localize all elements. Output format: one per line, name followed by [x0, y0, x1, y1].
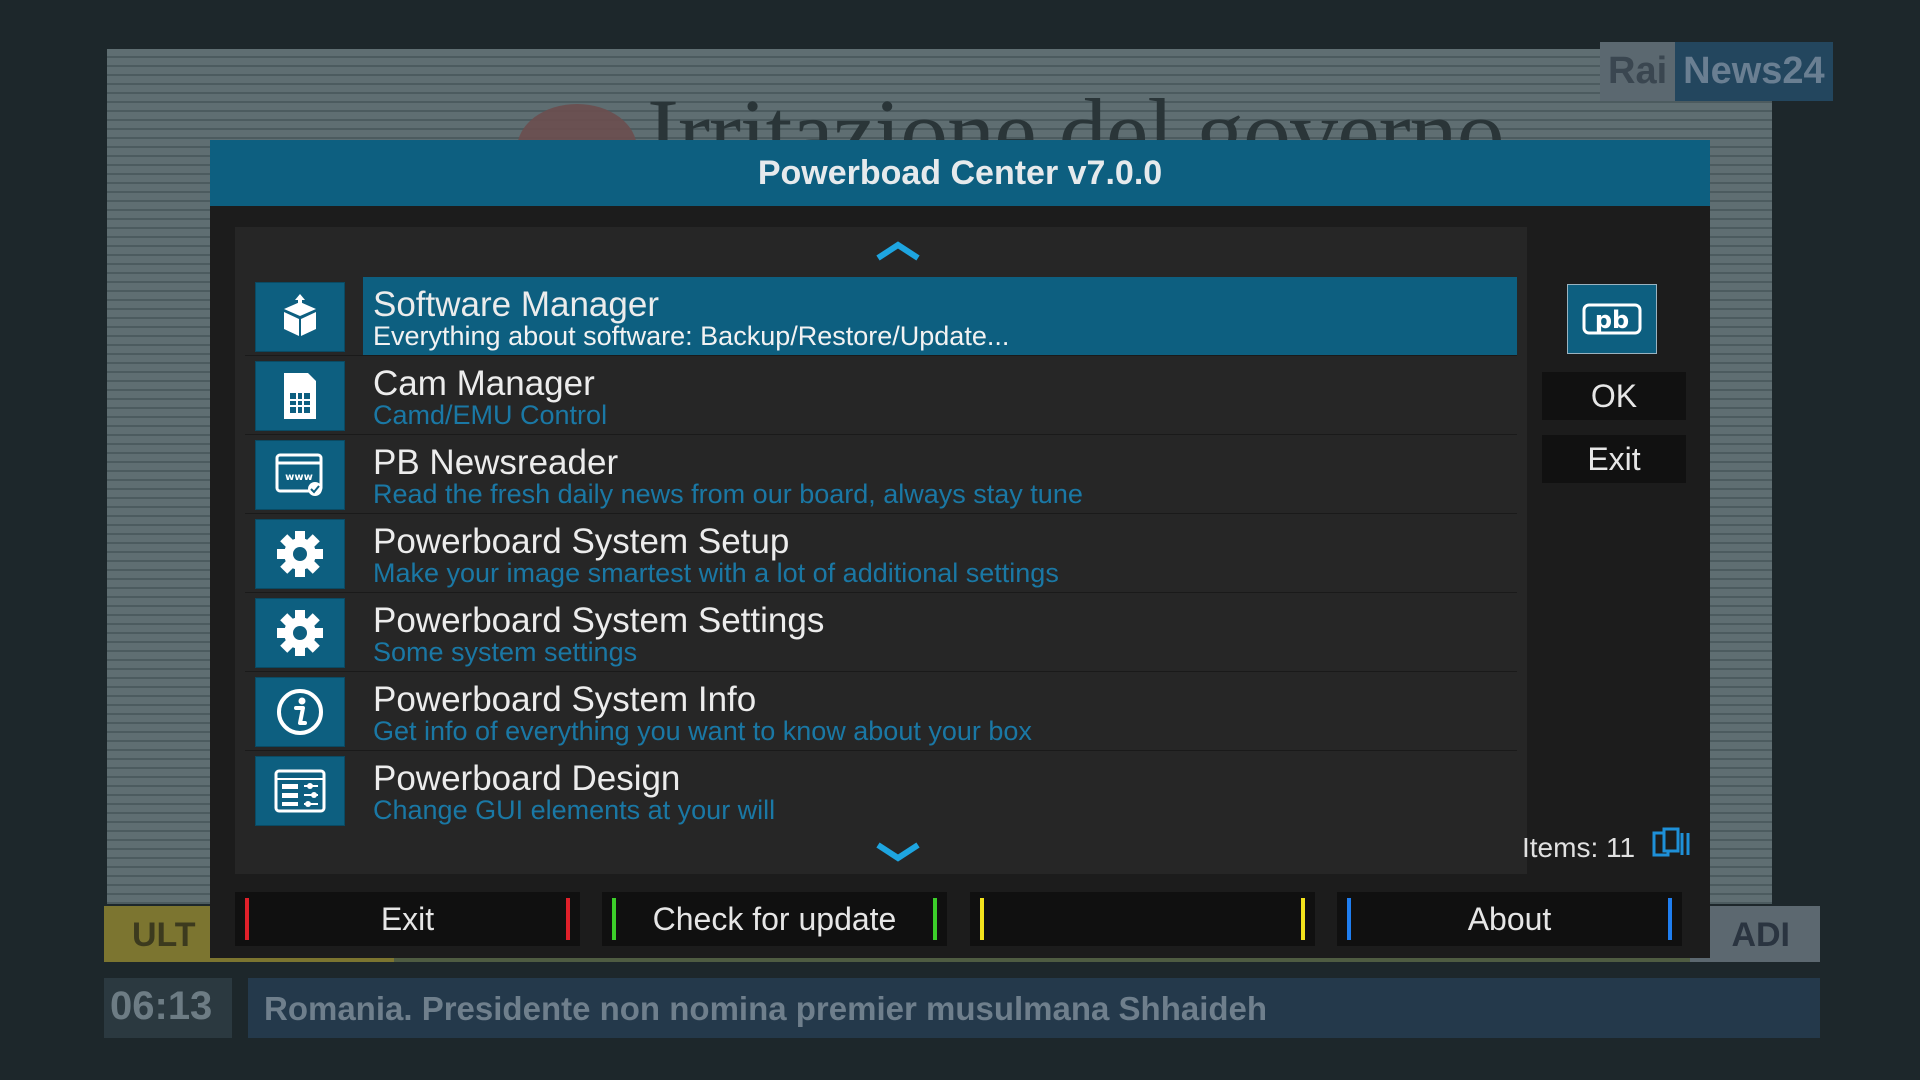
channel-logo: Rai News24 [1600, 38, 1833, 104]
menu-item-title: Powerboard Design [373, 759, 681, 798]
menu-item-design[interactable]: Powerboard Design Change GUI elements at… [245, 751, 1517, 829]
news-crawl: Romania. Presidente non nomina premier m… [264, 990, 1268, 1027]
powerboard-dialog: Powerboad Center v7.0.0 Software Manager… [210, 140, 1710, 958]
sim-card-icon [255, 361, 345, 431]
design-panel-icon [255, 756, 345, 826]
red-key-exit-button[interactable]: Exit [235, 892, 580, 946]
menu-item-subtitle: Change GUI elements at your will [373, 795, 776, 825]
scroll-up-arrow-icon[interactable] [875, 241, 921, 261]
menu-item-text: Cam Manager Camd/EMU Control [363, 356, 1517, 434]
menu-item-system-settings[interactable]: Powerboard System Settings Some system s… [245, 593, 1517, 672]
menu-item-system-setup[interactable]: Powerboard System Setup Make your image … [245, 514, 1517, 593]
items-count: Items: 11 [1522, 832, 1636, 863]
ok-button[interactable]: OK [1542, 372, 1686, 420]
menu-item-text: Software Manager Everything about softwa… [363, 277, 1517, 355]
menu-item-text: PB Newsreader Read the fresh daily news … [363, 435, 1517, 513]
menu-item-pb-newsreader[interactable]: www PB Newsreader Read the fresh daily n… [245, 435, 1517, 514]
menu-item-text: Powerboard System Setup Make your image … [363, 514, 1517, 592]
menu-item-cam-manager[interactable]: Cam Manager Camd/EMU Control [245, 356, 1517, 435]
dialog-title: Powerboad Center v7.0.0 [210, 140, 1710, 206]
channel-logo-rai: Rai [1600, 41, 1676, 101]
pb-logo-icon: pb [1567, 284, 1657, 354]
blue-key-label: About [1467, 901, 1552, 937]
info-icon [255, 677, 345, 747]
blue-key-about-button[interactable]: About [1337, 892, 1682, 946]
menu-item-subtitle: Get info of everything you want to know … [373, 716, 1032, 746]
menu-item-text: Powerboard System Settings Some system s… [363, 593, 1517, 671]
menu-list[interactable]: Software Manager Everything about softwa… [235, 227, 1527, 874]
pages-icon [1652, 827, 1690, 857]
yellow-key-button[interactable] [970, 892, 1315, 946]
menu-item-text: Powerboard Design Change GUI elements at… [363, 751, 1517, 829]
menu-item-title: Powerboard System Info [373, 680, 757, 719]
menu-item-subtitle: Read the fresh daily news from our board… [373, 479, 1083, 509]
green-key-marker [933, 898, 937, 940]
menu-item-subtitle: Everything about software: Backup/Restor… [373, 321, 1010, 351]
menu-item-title: PB Newsreader [373, 443, 619, 482]
menu-item-subtitle: Camd/EMU Control [373, 400, 608, 430]
pb-logo-text: pb [1595, 306, 1629, 334]
menu-item-subtitle: Make your image smartest with a lot of a… [373, 558, 1059, 588]
gear-icon [255, 598, 345, 668]
yellow-key-marker [980, 898, 984, 940]
ticker-left-text: ULT [132, 916, 196, 954]
red-key-label: Exit [380, 901, 435, 937]
svg-text:www: www [285, 472, 313, 483]
ticker-right-text: ADI [1731, 916, 1790, 954]
exit-button[interactable]: Exit [1542, 435, 1686, 483]
menu-item-text: Powerboard System Info Get info of every… [363, 672, 1517, 750]
blue-key-marker [1668, 898, 1672, 940]
menu-item-title: Software Manager [373, 285, 659, 324]
scroll-down-arrow-icon[interactable] [875, 842, 921, 862]
menu-item-software-manager[interactable]: Software Manager Everything about softwa… [245, 277, 1517, 356]
menu-item-system-info[interactable]: Powerboard System Info Get info of every… [245, 672, 1517, 751]
red-key-marker [566, 898, 570, 940]
menu-item-title: Powerboard System Settings [373, 601, 825, 640]
menu-item-subtitle: Some system settings [373, 637, 638, 667]
yellow-key-marker [1301, 898, 1305, 940]
green-key-check-update-button[interactable]: Check for update [602, 892, 947, 946]
clock: 06:13 [110, 984, 213, 1028]
menu-item-title: Powerboard System Setup [373, 522, 790, 561]
channel-logo-news: News24 [1675, 41, 1833, 101]
menu-item-title: Cam Manager [373, 364, 595, 403]
green-key-label: Check for update [652, 901, 897, 937]
gear-icon [255, 519, 345, 589]
www-browser-icon: www [255, 440, 345, 510]
package-icon [255, 282, 345, 352]
